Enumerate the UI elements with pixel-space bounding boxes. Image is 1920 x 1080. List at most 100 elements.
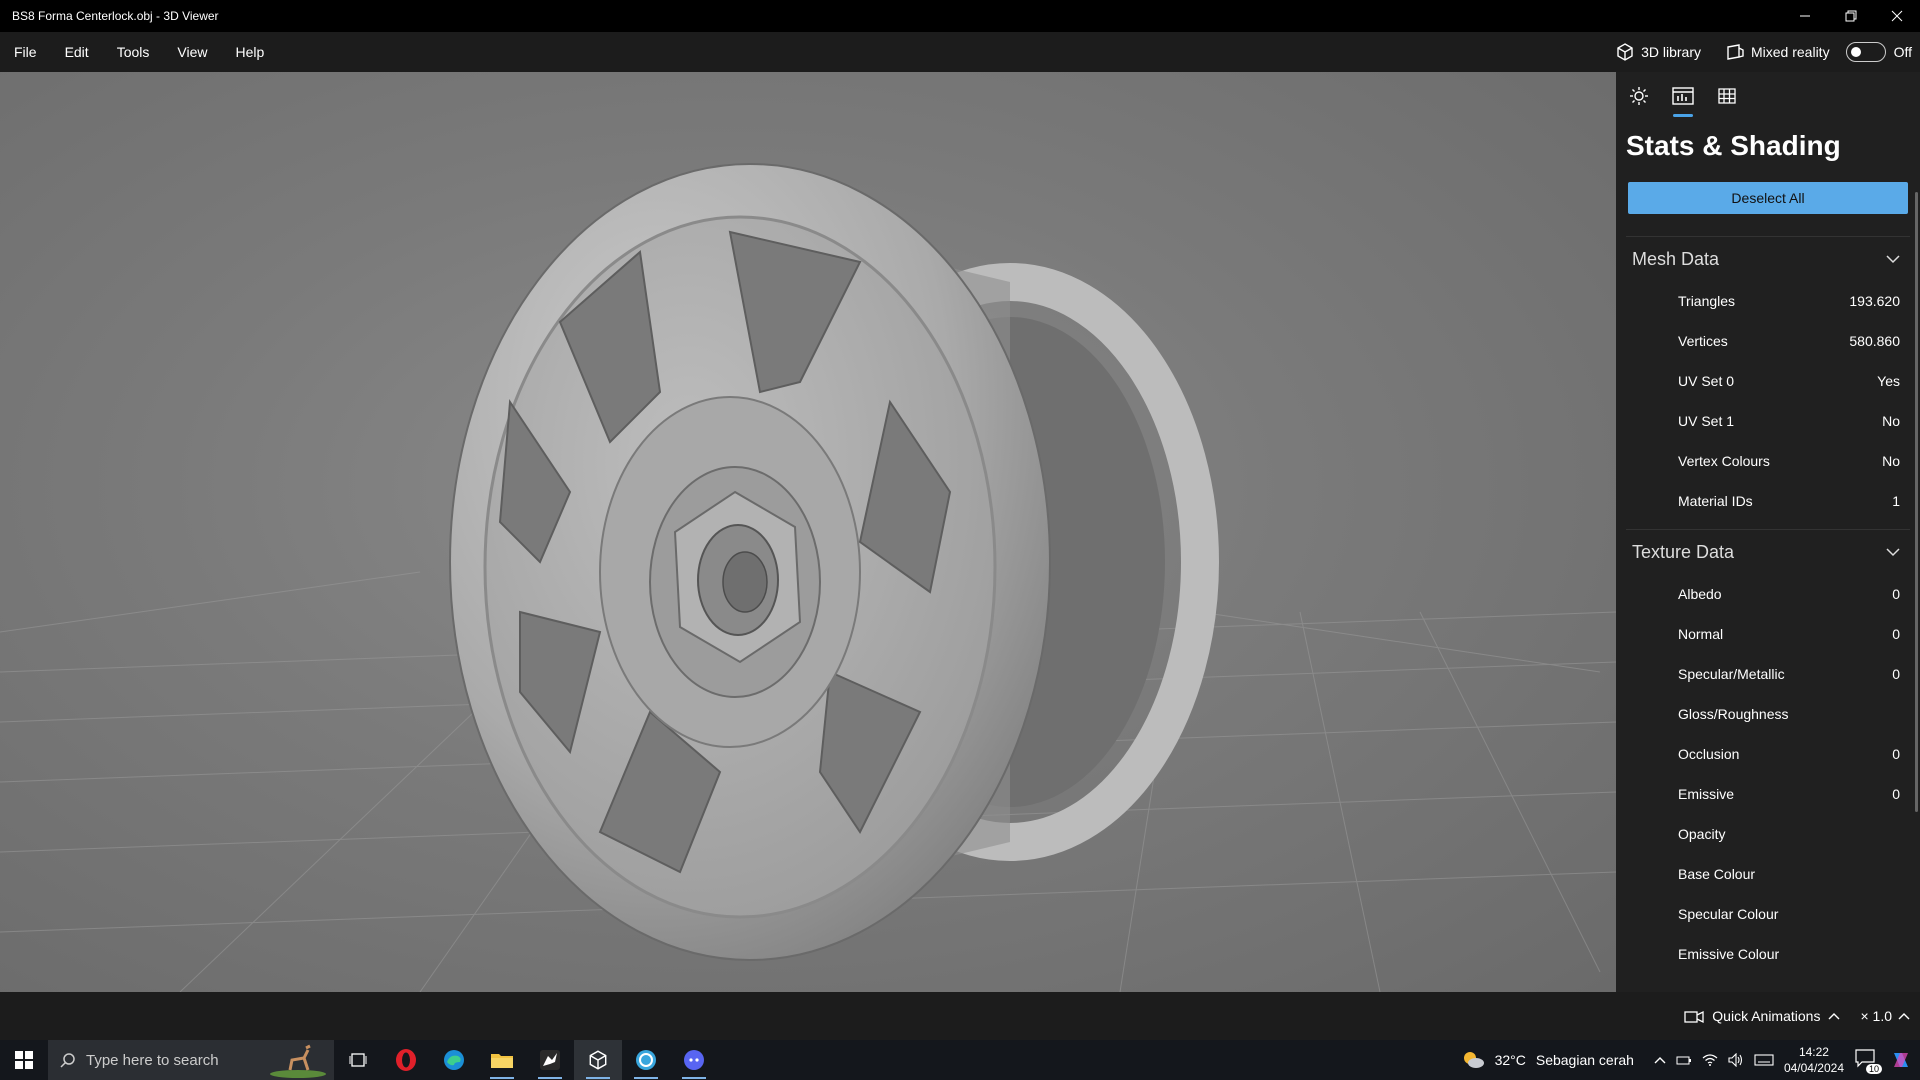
row-value: 0 bbox=[1892, 746, 1900, 762]
grid-icon[interactable] bbox=[1714, 83, 1740, 109]
row-label: Albedo bbox=[1678, 586, 1722, 602]
3d-viewer-taskbar-icon[interactable] bbox=[574, 1040, 622, 1080]
quick-animations-button[interactable]: Quick Animations bbox=[1684, 1008, 1840, 1024]
keyboard-icon[interactable] bbox=[1754, 1053, 1774, 1067]
texture-row: Opacity bbox=[1626, 814, 1910, 854]
row-label: Emissive Colour bbox=[1678, 946, 1780, 962]
clock-time: 14:22 bbox=[1798, 1045, 1829, 1059]
panel-tabs bbox=[1616, 72, 1920, 120]
mixed-reality-toggle[interactable] bbox=[1845, 42, 1886, 62]
app-circle-icon[interactable] bbox=[622, 1040, 670, 1080]
mesh-data-header[interactable]: Mesh Data bbox=[1626, 237, 1910, 281]
row-value: 0 bbox=[1892, 586, 1900, 602]
volume-icon[interactable] bbox=[1728, 1053, 1744, 1067]
mesh-row: Vertex Colours No bbox=[1626, 441, 1910, 481]
row-value: 0 bbox=[1892, 786, 1900, 802]
taskbar-search-box[interactable]: Type here to search bbox=[48, 1040, 334, 1080]
cube-icon bbox=[1617, 43, 1633, 61]
texture-data-header[interactable]: Texture Data bbox=[1626, 530, 1910, 574]
rhino-icon[interactable] bbox=[526, 1040, 574, 1080]
menu-bar: File Edit Tools View Help 3D library Mix… bbox=[0, 32, 1920, 72]
mixed-reality-state: Off bbox=[1893, 44, 1912, 60]
menu-tools[interactable]: Tools bbox=[103, 44, 164, 60]
row-label: Opacity bbox=[1678, 826, 1726, 842]
texture-row: Emissive Colour bbox=[1626, 934, 1910, 974]
row-label: Vertex Colours bbox=[1678, 453, 1770, 469]
weather-temp[interactable]: 32°C bbox=[1495, 1052, 1526, 1068]
row-value: 0 bbox=[1892, 666, 1900, 682]
system-tray: 32°C Sebagian cerah 14:22 04/04/2024 10 bbox=[1461, 1040, 1920, 1080]
window-title: BS8 Forma Centerlock.obj - 3D Viewer bbox=[12, 9, 219, 23]
3d-library-button[interactable]: 3D library bbox=[1607, 42, 1709, 62]
notification-badge: 10 bbox=[1865, 1064, 1882, 1074]
mesh-row: UV Set 0 Yes bbox=[1626, 361, 1910, 401]
weather-desc[interactable]: Sebagian cerah bbox=[1536, 1052, 1634, 1068]
menu-help[interactable]: Help bbox=[221, 44, 278, 60]
clock[interactable]: 14:22 04/04/2024 bbox=[1784, 1044, 1844, 1076]
chevron-up-icon bbox=[1898, 1013, 1910, 1020]
texture-data-title: Texture Data bbox=[1632, 541, 1735, 562]
panel-scrollbar[interactable] bbox=[1915, 192, 1918, 812]
lighting-icon[interactable] bbox=[1626, 83, 1652, 109]
notification-center-icon[interactable]: 10 bbox=[1854, 1048, 1882, 1074]
texture-row: Albedo 0 bbox=[1626, 574, 1910, 614]
row-label: Emissive bbox=[1678, 786, 1735, 802]
stats-panel: Stats & Shading Deselect All Mesh Data T… bbox=[1616, 72, 1920, 992]
3d-library-label: 3D library bbox=[1641, 44, 1701, 60]
chevron-down-icon bbox=[1886, 255, 1900, 264]
discord-icon[interactable] bbox=[670, 1040, 718, 1080]
texture-row: Normal 0 bbox=[1626, 614, 1910, 654]
texture-row: Base Colour bbox=[1626, 854, 1910, 894]
speed-button[interactable]: × 1.0 bbox=[1860, 1008, 1910, 1024]
close-icon[interactable] bbox=[1874, 0, 1920, 32]
edge-icon[interactable] bbox=[430, 1040, 478, 1080]
copilot-icon[interactable] bbox=[1890, 1049, 1912, 1071]
wifi-icon[interactable] bbox=[1702, 1054, 1718, 1066]
texture-row: Gloss/Roughness bbox=[1626, 694, 1910, 734]
scene-render bbox=[0, 163, 1616, 992]
row-label: UV Set 1 bbox=[1678, 413, 1735, 429]
row-label: Gloss/Roughness bbox=[1678, 706, 1789, 722]
search-icon bbox=[60, 1053, 75, 1068]
row-value: No bbox=[1882, 413, 1900, 429]
row-label: Triangles bbox=[1678, 293, 1736, 309]
chevron-up-icon bbox=[1828, 1013, 1840, 1020]
battery-icon[interactable] bbox=[1676, 1054, 1692, 1066]
windows-start-icon[interactable] bbox=[0, 1040, 48, 1080]
opera-icon[interactable] bbox=[382, 1040, 430, 1080]
row-label: Specular Colour bbox=[1678, 906, 1779, 922]
chevron-up-icon[interactable] bbox=[1654, 1056, 1666, 1064]
task-view-icon[interactable] bbox=[334, 1040, 382, 1080]
restore-icon[interactable] bbox=[1828, 0, 1874, 32]
row-value: Yes bbox=[1877, 373, 1900, 389]
deselect-all-button[interactable]: Deselect All bbox=[1628, 182, 1908, 214]
mesh-row: Material IDs 1 bbox=[1626, 481, 1910, 521]
row-value: 1 bbox=[1892, 493, 1900, 509]
status-strip: Quick Animations × 1.0 bbox=[0, 992, 1920, 1040]
menu-edit[interactable]: Edit bbox=[51, 44, 103, 60]
minimize-icon[interactable] bbox=[1782, 0, 1828, 32]
mixed-reality-button[interactable]: Mixed reality bbox=[1717, 42, 1838, 62]
quick-animations-label: Quick Animations bbox=[1712, 1008, 1821, 1024]
row-label: UV Set 0 bbox=[1678, 373, 1735, 389]
weather-icon bbox=[1463, 1052, 1484, 1068]
row-value: 580.860 bbox=[1849, 333, 1900, 349]
mesh-data-title: Mesh Data bbox=[1632, 248, 1720, 269]
row-label: Occlusion bbox=[1678, 746, 1740, 762]
row-label: Base Colour bbox=[1678, 866, 1756, 882]
speed-value: × 1.0 bbox=[1860, 1008, 1892, 1024]
3d-viewport[interactable] bbox=[0, 72, 1616, 992]
row-label: Normal bbox=[1678, 626, 1724, 642]
menu-file[interactable]: File bbox=[0, 44, 51, 60]
texture-row: Specular Colour bbox=[1626, 894, 1910, 934]
panel-title: Stats & Shading bbox=[1626, 130, 1841, 161]
menu-view[interactable]: View bbox=[163, 44, 221, 60]
texture-row: Specular/Metallic 0 bbox=[1626, 654, 1910, 694]
chevron-down-icon bbox=[1886, 548, 1900, 557]
row-value: No bbox=[1882, 453, 1900, 469]
taskbar: Type here to search 32°C Sebagian cerah … bbox=[0, 1040, 1920, 1080]
search-placeholder: Type here to search bbox=[86, 1051, 219, 1069]
clock-date: 04/04/2024 bbox=[1783, 1061, 1844, 1075]
stats-icon[interactable] bbox=[1670, 83, 1696, 117]
file-explorer-icon[interactable] bbox=[478, 1040, 526, 1080]
